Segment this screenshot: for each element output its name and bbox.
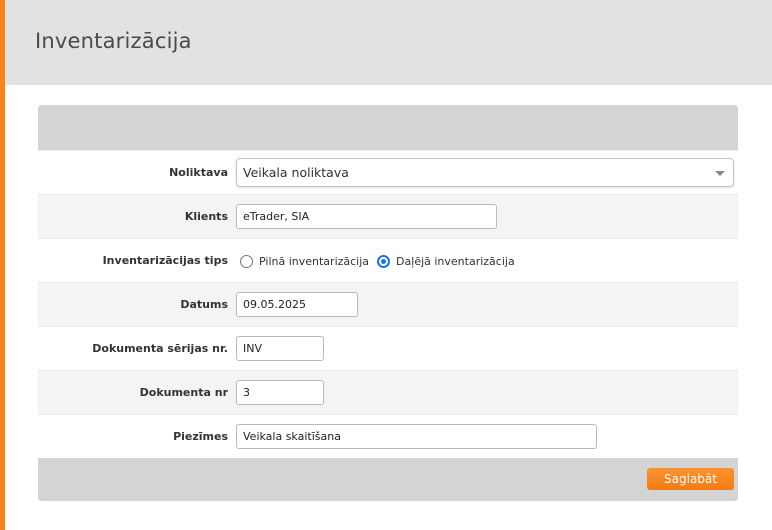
warehouse-select-value: Veikala noliktava	[243, 165, 349, 180]
inventory-type-label: Inventarizācijas tips	[102, 254, 228, 267]
form-footer-bar: Saglabāt	[38, 458, 738, 501]
warehouse-row: Noliktava Veikala noliktava	[38, 150, 738, 194]
doc-series-row: Dokumenta sērijas nr.	[38, 326, 738, 370]
warehouse-select[interactable]: Veikala noliktava	[236, 158, 734, 187]
doc-number-label: Dokumenta nr	[139, 386, 228, 399]
page-header: Inventarizācija	[5, 0, 772, 85]
client-row: Klients	[38, 194, 738, 238]
inventory-type-radio-group: Pilnā inventarizācija Daļējā inventarizā…	[240, 239, 523, 283]
radio-full-inventory-label[interactable]: Pilnā inventarizācija	[259, 255, 369, 268]
form-header-bar	[38, 105, 738, 150]
notes-row: Piezīmes	[38, 414, 738, 458]
page-title: Inventarizācija	[35, 29, 192, 53]
radio-partial-inventory-label[interactable]: Daļējā inventarizācija	[396, 255, 515, 268]
doc-series-input[interactable]	[236, 336, 324, 361]
warehouse-label: Noliktava	[169, 166, 228, 179]
notes-label: Piezīmes	[173, 430, 228, 443]
radio-full-inventory[interactable]	[240, 254, 253, 268]
date-label: Datums	[180, 298, 228, 311]
doc-series-label: Dokumenta sērijas nr.	[92, 342, 228, 355]
page: Inventarizācija Noliktava Veikala nolikt…	[0, 0, 772, 530]
date-input[interactable]	[236, 292, 358, 317]
inventory-type-row: Inventarizācijas tips Pilnā inventarizāc…	[38, 238, 738, 282]
radio-partial-inventory[interactable]	[377, 254, 391, 268]
notes-input[interactable]	[236, 424, 597, 449]
doc-number-row: Dokumenta nr	[38, 370, 738, 414]
client-input[interactable]	[236, 204, 497, 229]
save-button[interactable]: Saglabāt	[647, 468, 734, 490]
doc-number-input[interactable]	[236, 380, 324, 405]
inventory-form: Noliktava Veikala noliktava Klients Inve…	[38, 105, 738, 501]
chevron-down-icon	[715, 171, 725, 176]
date-row: Datums	[38, 282, 738, 326]
client-label: Klients	[184, 210, 228, 223]
